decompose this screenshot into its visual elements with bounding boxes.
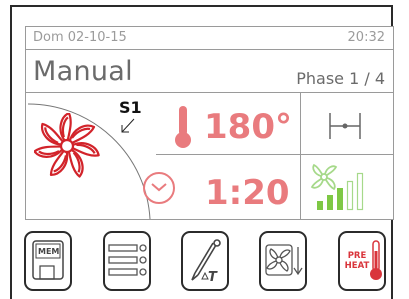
memory-button[interactable]: MEM [24, 231, 72, 291]
status-divider [26, 49, 393, 50]
main-display-panel: Dom 02-10-15 20:32 Manual Phase 1 / 4 S1 [25, 26, 394, 220]
fan-speed-label: S1 [119, 98, 142, 117]
fan-reverse-icon [265, 244, 303, 276]
trays-list-icon [108, 244, 147, 276]
preheat-thermometer-icon [370, 240, 382, 280]
mem-label: MEM [38, 247, 60, 256]
status-date: Dom 02-10-15 [33, 30, 127, 45]
row-divider [156, 154, 393, 155]
fan-speed-bars-icon[interactable] [308, 161, 388, 213]
recipe-list-button[interactable] [103, 231, 151, 291]
program-mode-title[interactable]: Manual [33, 56, 133, 87]
damper-icon[interactable] [323, 107, 367, 145]
phase-indicator[interactable]: Phase 1 / 4 [296, 69, 385, 88]
status-time: 20:32 [347, 30, 385, 45]
thermometer-icon [175, 106, 191, 148]
column-divider [300, 92, 301, 219]
fan-down-button[interactable] [259, 231, 307, 291]
core-probe-button[interactable]: T [181, 231, 229, 291]
timer-icon [143, 172, 175, 204]
core-probe-icon: T [191, 239, 221, 285]
save-disk-icon [32, 240, 64, 280]
preheat-button[interactable]: PRE HEAT [338, 231, 386, 291]
dial-pointer-icon [121, 118, 135, 133]
fan-icon[interactable] [34, 113, 100, 179]
svg-text:T: T [208, 270, 218, 285]
temperature-value[interactable]: 180° [204, 107, 292, 147]
duration-value[interactable]: 1:20 [205, 173, 290, 213]
